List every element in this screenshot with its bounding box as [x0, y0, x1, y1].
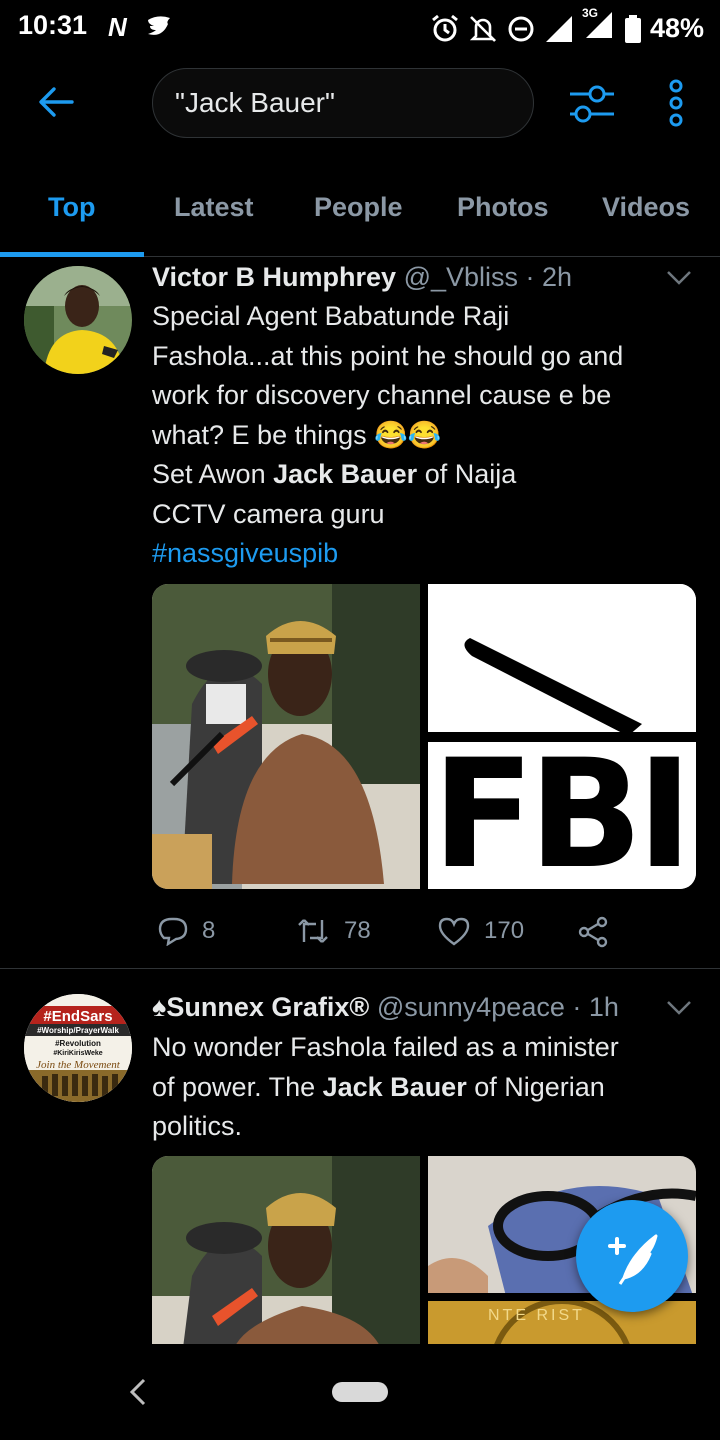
notification-icons: N [108, 12, 176, 47]
tab-photos[interactable]: Photos [457, 192, 549, 223]
search-header: "Jack Bauer" [0, 60, 720, 152]
tweet-time: · 2h [525, 262, 573, 292]
app-notification-icons: N [108, 12, 170, 42]
chevron-down-icon[interactable] [666, 270, 692, 286]
nav-back-icon[interactable] [128, 1378, 148, 1406]
share-icon [578, 916, 608, 948]
tweet-text: Special Agent Babatunde Raji Fashola...a… [152, 297, 700, 574]
fbi-logo-text: FBI [432, 728, 693, 889]
svg-text:#Revolution: #Revolution [55, 1039, 101, 1048]
svg-text:#Worship/PrayerWalk: #Worship/PrayerWalk [37, 1026, 119, 1035]
tab-people[interactable]: People [314, 192, 403, 223]
hashtag-link[interactable]: #nassgiveuspib [152, 534, 700, 574]
status-right: 3G 48% [430, 6, 704, 47]
back-arrow-icon[interactable] [36, 82, 76, 122]
svg-text:#KiriKirisWeke: #KiriKirisWeke [53, 1050, 102, 1057]
svg-text:N: N [108, 12, 128, 40]
heart-icon [438, 917, 470, 946]
search-tabs: Top Latest People Photos Videos [0, 178, 720, 257]
notifications-off-icon [469, 15, 497, 42]
nav-home-pill[interactable] [332, 1382, 388, 1402]
battery-icon [624, 14, 641, 43]
status-bar: 10:31 N 3G 48% [0, 0, 720, 52]
compose-feather-icon [608, 1234, 658, 1285]
search-filter-icon[interactable] [568, 82, 614, 126]
retweet-button[interactable]: 78 [296, 916, 371, 946]
signal-icon [545, 15, 572, 42]
tweet-media: FBI [152, 584, 696, 889]
author-handle[interactable]: @_Vbliss [404, 262, 518, 292]
avatar[interactable] [24, 266, 132, 374]
reply-icon [158, 917, 188, 946]
status-time: 10:31 [18, 10, 88, 40]
tab-videos[interactable]: Videos [602, 192, 690, 223]
like-button[interactable]: 170 [438, 916, 524, 946]
author-handle[interactable]: @sunny4peace [377, 992, 565, 1022]
svg-text:#EndSars: #EndSars [43, 1008, 112, 1025]
tweet-photo-fbi[interactable]: FBI [428, 584, 696, 889]
tab-top[interactable]: Top [48, 192, 95, 223]
compose-tweet-button[interactable] [576, 1200, 688, 1312]
network-type: 3G [582, 6, 616, 47]
search-input[interactable]: "Jack Bauer" [152, 68, 534, 138]
tweet-actions: 8 78 170 [152, 916, 652, 956]
tweet-text: No wonder Fashola failed as a minister o… [152, 1032, 619, 1141]
active-tab-indicator [0, 252, 144, 257]
svg-text:Join the Movement: Join the Movement [36, 1059, 121, 1071]
tweet-time: · 1h [572, 992, 619, 1022]
battery-percent: 48% [649, 13, 704, 43]
tweet[interactable]: Victor B Humphrey @_Vbliss · 2h Special … [0, 258, 720, 968]
do-not-disturb-icon [508, 16, 534, 41]
search-query: "Jack Bauer" [175, 87, 335, 118]
seal-text: NTE RIST [488, 1306, 585, 1324]
reply-button[interactable]: 8 [158, 916, 215, 946]
tweet-photo-fashola[interactable] [152, 584, 420, 889]
alarm-icon [432, 14, 458, 41]
tweet-header: Victor B Humphrey @_Vbliss · 2h [152, 262, 572, 293]
tweet-header: ♠Sunnex Grafix® @sunny4peace · 1h [152, 992, 619, 1023]
retweet-icon [298, 919, 328, 943]
chevron-down-icon[interactable] [666, 1000, 692, 1016]
more-options-icon[interactable] [664, 78, 688, 128]
tweet-photo-fashola[interactable] [152, 1156, 420, 1344]
share-button[interactable] [578, 916, 610, 948]
avatar[interactable]: #EndSars #Worship/PrayerWalk #Revolution… [24, 994, 132, 1102]
author-name[interactable]: ♠Sunnex Grafix® [152, 992, 369, 1022]
tweet-divider [0, 968, 720, 969]
author-name[interactable]: Victor B Humphrey [152, 262, 396, 292]
tab-latest[interactable]: Latest [174, 192, 254, 223]
